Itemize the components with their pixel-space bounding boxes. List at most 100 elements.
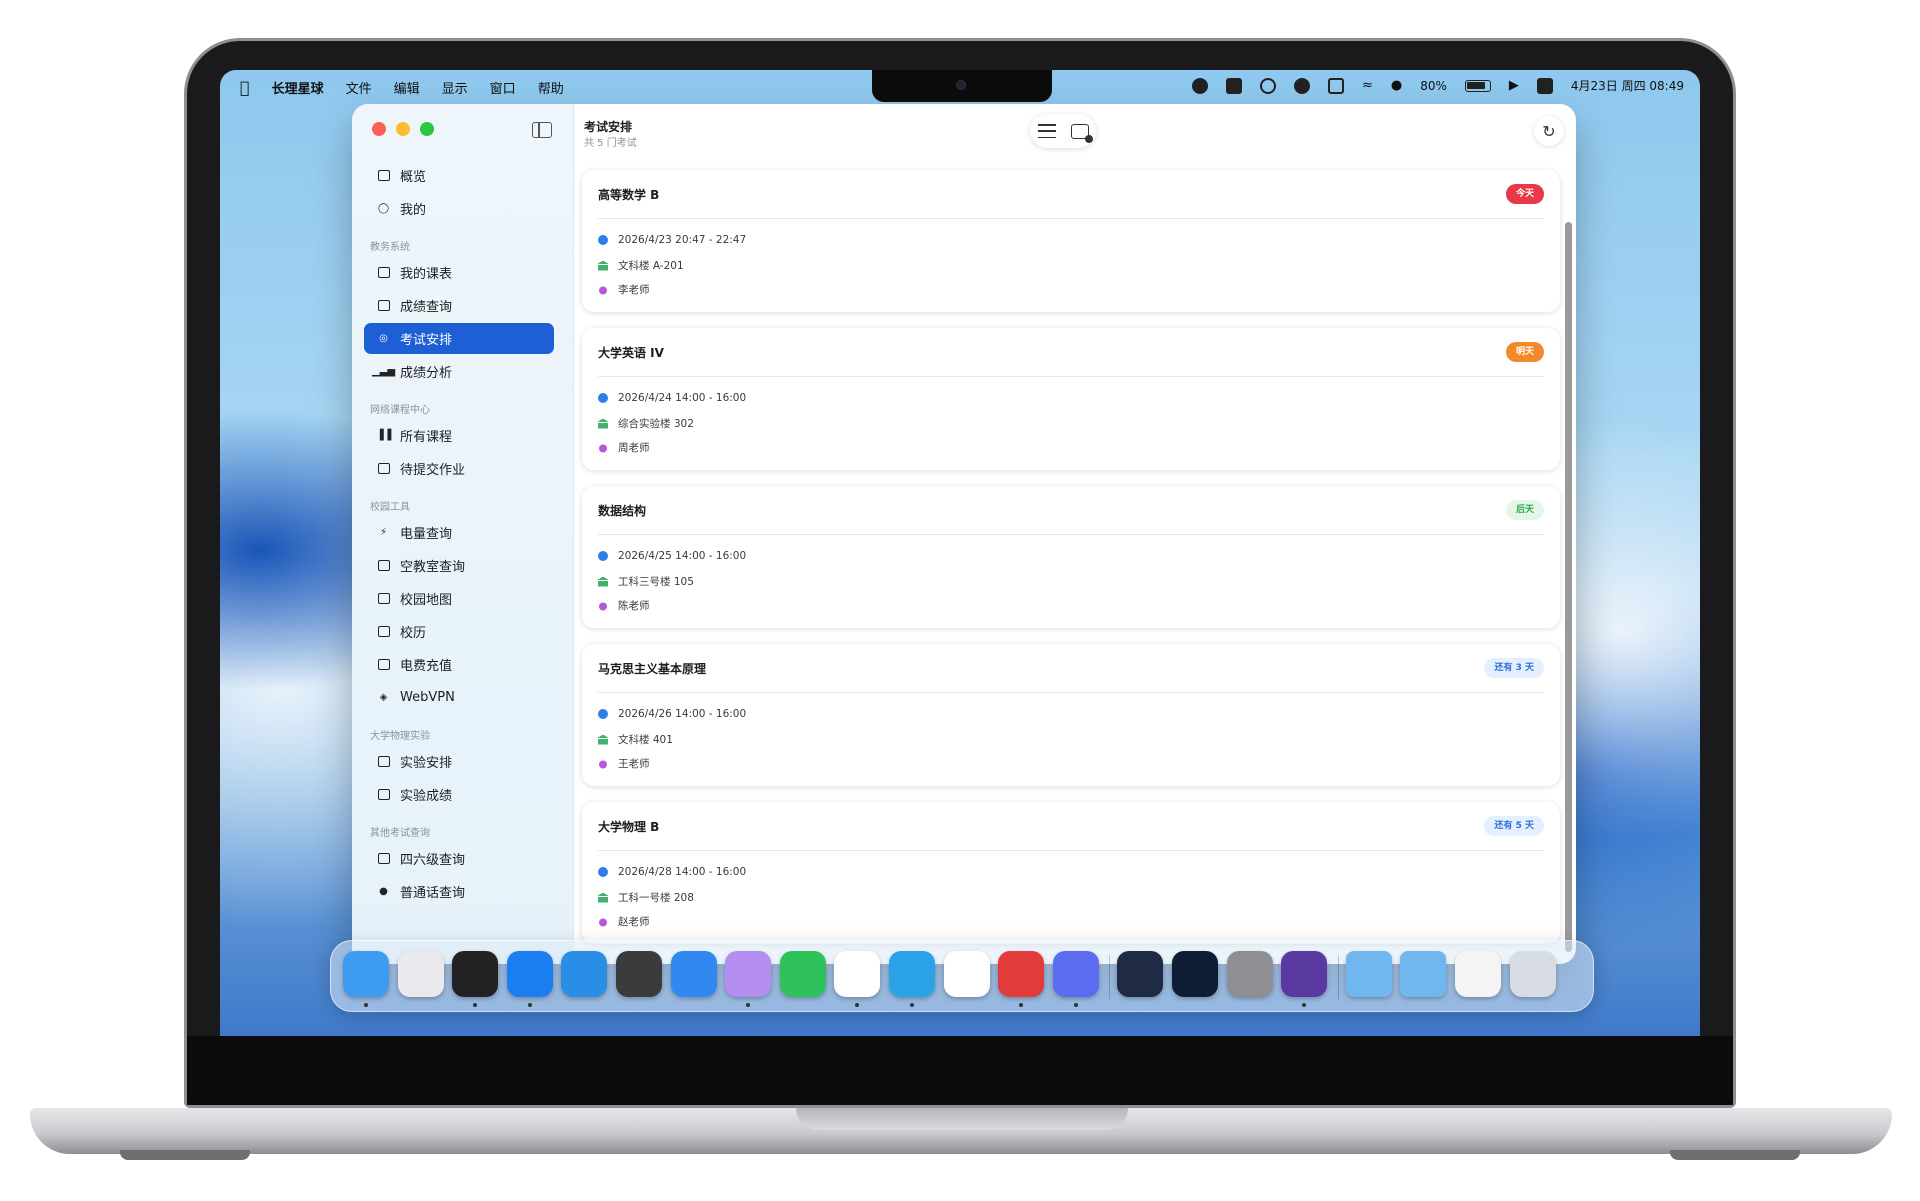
sidebar-nav: 概览 ◯ 我的 教务系统 我的课表 成绩查询 ◎ 考试安排 ▁▃▅ 成绩分析 网络课程中心 ▐▐ 所有课… (364, 160, 554, 909)
building-icon (598, 576, 608, 587)
sidebar-item-label: 我的 (400, 203, 427, 218)
telegram-status-icon[interactable] (1293, 77, 1310, 94)
menu-clock[interactable]: 4月23日 周四 08:49 (1571, 77, 1684, 94)
exam-card[interactable]: 大学物理 B 还有 5 天 2026/4/28 14:00 - 16:00 工科一号楼… (582, 802, 1560, 944)
sidebar-item-label: 待提交作业 (400, 463, 466, 478)
wechat-icon[interactable] (779, 951, 826, 997)
scrollbar[interactable] (1565, 222, 1572, 952)
person-icon (599, 918, 607, 927)
trash-icon[interactable] (1509, 951, 1556, 997)
sidebar-item-calendar[interactable]: 我的课表 (364, 257, 554, 288)
chat-app-icon[interactable] (1052, 951, 1099, 997)
zoom-button[interactable] (420, 122, 434, 136)
sidebar-item-building[interactable]: 空教室查询 (364, 550, 554, 581)
menu-edit[interactable]: 编辑 (394, 78, 420, 97)
exclamation-circle-icon: ● (379, 886, 388, 897)
exam-card[interactable]: 马克思主义基本原理 还有 3 天 2026/4/26 14:00 - 16:00 文科… (582, 644, 1560, 786)
finder-icon[interactable] (343, 951, 389, 997)
exam-card[interactable]: 数据结构 后天 2026/4/25 14:00 - 16:00 工科三号楼 105 陈老… (582, 486, 1560, 628)
activity-status-icon[interactable] (1259, 77, 1276, 94)
exam-name: 大学物理 B (598, 820, 660, 834)
netease-music-icon[interactable] (998, 951, 1045, 997)
sidebar-item-person[interactable]: ◯ 我的 (364, 193, 554, 224)
camera-app-icon[interactable] (1281, 951, 1328, 997)
activity-monitor-icon[interactable] (452, 951, 499, 997)
main-content: 考试安排 共 5 门考试 ↻ 高等数学 B 今天 2026/4/23 20:47 -… (574, 104, 1576, 964)
screenshot-stack-icon[interactable] (1455, 951, 1501, 997)
sidebar-item-document-search[interactable]: 成绩查询 (364, 290, 554, 321)
filter-sliders-icon[interactable] (1037, 124, 1056, 138)
card-divider (598, 376, 1544, 377)
cat-status-icon[interactable] (1225, 77, 1242, 94)
exam-card[interactable]: 高等数学 B 今天 2026/4/23 20:47 - 22:47 文科楼 A-201… (582, 170, 1560, 312)
vpn-status-icon[interactable] (1191, 77, 1208, 94)
calendar-icon (376, 265, 391, 280)
sidebar-item-shield[interactable]: ◈ WebVPN (364, 682, 554, 713)
sidebar-item-bolt[interactable]: ⚡ 电量查询 (364, 517, 554, 548)
running-indicator (364, 1003, 368, 1007)
exam-teacher: 王老师 (618, 758, 650, 770)
input-method-icon[interactable] (1327, 77, 1344, 94)
add-calendar-icon[interactable] (1070, 123, 1093, 143)
sidebar-item-box[interactable]: 概览 (364, 160, 554, 191)
app-menu[interactable]: 长理星球 (272, 78, 324, 97)
person-icon: ◯ (377, 203, 390, 214)
building-icon (598, 418, 608, 429)
xcode-icon[interactable] (506, 951, 553, 997)
running-indicator (1019, 1003, 1024, 1007)
sidebar-item-document-text[interactable]: 四六级查询 (364, 843, 554, 874)
sidebar-item-label: 实验安排 (400, 756, 453, 771)
downloads-folder-icon[interactable] (1345, 951, 1392, 997)
sidebar-item-calendar-clock[interactable]: 校历 (364, 616, 554, 647)
wifi-icon[interactable]: ≈ (1362, 78, 1373, 93)
sidebar-item-label: 校园地图 (400, 593, 453, 608)
menu-file[interactable]: 文件 (346, 78, 372, 97)
exam-time-row: 2026/4/25 14:00 - 16:00 (598, 550, 746, 562)
sidebar-item-document[interactable]: 实验成绩 (364, 779, 554, 810)
volume-icon[interactable]: ▶ (1509, 78, 1519, 93)
player-icon[interactable] (1172, 951, 1218, 997)
system-settings-icon[interactable] (1226, 951, 1273, 997)
exam-time-row: 2026/4/26 14:00 - 16:00 (598, 708, 746, 720)
exam-location: 文科楼 A-201 (618, 260, 684, 272)
exam-card[interactable]: 大学英语 IV 明天 2026/4/24 14:00 - 16:00 综合实验楼 30… (582, 328, 1560, 470)
menu-window[interactable]: 窗口 (490, 78, 516, 97)
sidebar-item-map[interactable]: 校园地图 (364, 583, 554, 614)
laptop-opening-notch (796, 1108, 1128, 1130)
launchpad-icon[interactable] (397, 951, 444, 997)
sidebar-item-books[interactable]: ▐▐ 所有课程 (364, 420, 554, 451)
toolbar-group (1030, 114, 1096, 148)
sidebar-toggle-icon[interactable] (532, 122, 552, 138)
terminal-app-icon[interactable] (616, 951, 662, 997)
telegram-icon[interactable] (889, 951, 935, 997)
battery-percent[interactable]: 80% (1420, 79, 1447, 93)
apple-menu-icon[interactable]:  (240, 79, 250, 95)
battery-icon[interactable] (1464, 79, 1491, 92)
kotlin-app-icon[interactable] (1117, 951, 1164, 997)
running-indicator (473, 1003, 478, 1007)
sidebar-item-exclamation-circle[interactable]: ● 普通话查询 (364, 876, 554, 907)
sidebar-section-title: 大学物理实验 (370, 731, 430, 742)
sidebar-item-bar-chart[interactable]: ▁▃▅ 成绩分析 (364, 356, 554, 387)
sidebar-item-checkmark-seal[interactable]: ◎ 考试安排 (364, 323, 554, 354)
menu-view[interactable]: 显示 (442, 78, 468, 97)
mail-check-icon[interactable] (943, 951, 990, 997)
close-button[interactable] (372, 122, 386, 136)
qq-icon[interactable] (834, 951, 881, 997)
sidebar-item-label: 空教室查询 (400, 560, 466, 575)
cat-app-icon[interactable] (725, 951, 772, 997)
sidebar-item-calendar[interactable]: 实验安排 (364, 746, 554, 777)
folder-icon[interactable] (1400, 951, 1447, 997)
bar-chart-icon: ▁▃▅ (371, 366, 396, 377)
countdown-badge: 后天 (1505, 500, 1544, 520)
menu-help[interactable]: 帮助 (538, 78, 564, 97)
refresh-button[interactable]: ↻ (1534, 116, 1564, 146)
sidebar-item-credit-card[interactable]: 电费充值 (364, 649, 554, 680)
sidebar: 概览 ◯ 我的 教务系统 我的课表 成绩查询 ◎ 考试安排 ▁▃▅ 成绩分析 网络课程中心 ▐▐ 所有课… (352, 104, 574, 964)
notification-bell-icon[interactable]: ● (1391, 78, 1402, 93)
minimize-button[interactable] (396, 122, 410, 136)
fork-icon[interactable] (670, 951, 717, 997)
vscode-icon[interactable] (561, 951, 608, 997)
control-center-icon[interactable] (1536, 77, 1553, 94)
sidebar-item-clipboard[interactable]: 待提交作业 (364, 453, 554, 484)
